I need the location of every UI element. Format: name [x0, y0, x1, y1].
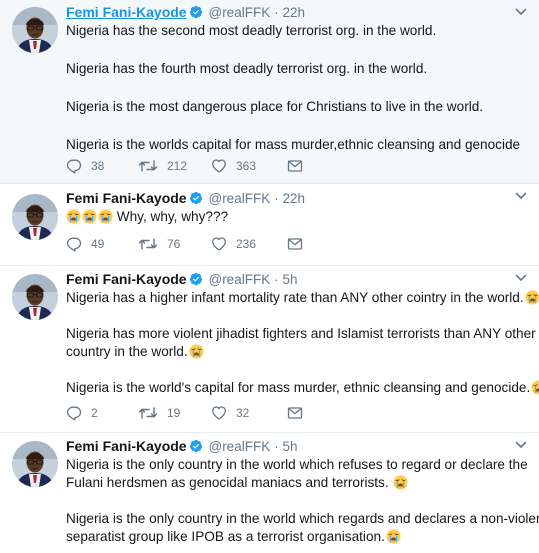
tweet-text: Nigeria has a higher infant mortality ra…	[66, 289, 523, 397]
separator-dot: ·	[274, 272, 279, 287]
retweet-icon	[138, 158, 158, 174]
author-name[interactable]: Femi Fani-Kayode	[66, 271, 187, 287]
tweet-header: Femi Fani-Kayode @realFFK · 5h	[66, 270, 523, 289]
message-button[interactable]	[287, 405, 303, 421]
author-handle[interactable]: @realFFK	[208, 191, 270, 206]
tweet[interactable]: Femi Fani-Kayode @realFFK · 5h Nigeria h…	[0, 266, 539, 433]
crying-face-emoji	[386, 529, 401, 544]
tweet-text: Why, why, why???	[66, 208, 523, 226]
timestamp[interactable]: 22h	[282, 191, 305, 206]
avatar[interactable]	[12, 7, 58, 53]
like-count: 363	[236, 159, 257, 173]
verified-icon	[189, 191, 203, 205]
tweet-line: Why, why, why???	[116, 209, 229, 224]
tweet-line: Nigeria has a higher infant mortality ra…	[66, 290, 524, 305]
tweet[interactable]: Femi Fani-Kayode @realFFK · 22h Nigeria …	[0, 0, 539, 184]
retweet-count: 19	[167, 406, 181, 420]
reply-icon	[66, 236, 82, 252]
author-name[interactable]: Femi Fani-Kayode	[66, 190, 187, 206]
reply-button[interactable]: 38	[66, 158, 138, 174]
tweet-line: Nigeria is the world's capital for mass …	[66, 380, 531, 395]
message-icon	[287, 405, 303, 421]
crying-face-emoji	[393, 475, 408, 490]
separator-dot: ·	[274, 439, 279, 454]
verified-icon	[189, 5, 203, 19]
like-button[interactable]: 363	[211, 158, 287, 174]
reply-icon	[66, 405, 82, 421]
tweet-line: Nigeria is the only country in the world…	[66, 511, 539, 526]
like-button[interactable]: 32	[211, 405, 287, 421]
like-icon	[211, 158, 227, 174]
tweet-line: Nigeria has the fourth most deadly terro…	[66, 61, 428, 76]
tweet-header: Femi Fani-Kayode @realFFK · 22h	[66, 189, 523, 208]
author-handle[interactable]: @realFFK	[208, 5, 270, 20]
retweet-button[interactable]: 76	[138, 236, 211, 252]
tweet-header: Femi Fani-Kayode @realFFK · 22h	[66, 3, 523, 22]
avatar[interactable]	[12, 441, 58, 487]
avatar[interactable]	[12, 194, 58, 240]
like-icon	[211, 236, 227, 252]
tweet[interactable]: Femi Fani-Kayode @realFFK · 22h Why, why…	[0, 184, 539, 266]
crying-face-emoji	[525, 290, 539, 305]
reply-icon	[66, 158, 82, 174]
tweet-line: Nigeria is the most dangerous place for …	[66, 99, 484, 114]
timestamp[interactable]: 22h	[282, 5, 305, 20]
tweet-actions: 2 19 32	[66, 404, 303, 422]
tweet-line: Fulani herdsmen as genocidal maniacs and…	[66, 475, 389, 490]
separator-dot: ·	[274, 5, 279, 20]
reply-count: 2	[91, 406, 98, 420]
separator-dot: ·	[274, 191, 279, 206]
retweet-button[interactable]: 19	[138, 405, 211, 421]
verified-icon	[189, 272, 203, 286]
crying-face-emoji	[189, 344, 204, 359]
message-icon	[287, 158, 303, 174]
retweet-icon	[138, 236, 158, 252]
author-handle[interactable]: @realFFK	[208, 439, 270, 454]
reply-button[interactable]: 49	[66, 236, 138, 252]
author-handle[interactable]: @realFFK	[208, 272, 270, 287]
tweet-line: Nigeria has the second most deadly terro…	[66, 23, 437, 38]
like-count: 32	[236, 406, 250, 420]
tweet[interactable]: Femi Fani-Kayode @realFFK · 5h Nigeria i…	[0, 433, 539, 553]
timestamp[interactable]: 5h	[282, 272, 297, 287]
message-button[interactable]	[287, 236, 303, 252]
reply-count: 49	[91, 237, 105, 251]
retweet-button[interactable]: 212	[138, 158, 211, 174]
tweet-line: Nigeria is the worlds capital for mass m…	[66, 137, 521, 152]
tweet-line: country in the world.	[66, 344, 188, 359]
crying-face-emoji	[531, 380, 539, 395]
reply-button[interactable]: 2	[66, 405, 138, 421]
retweet-icon	[138, 405, 158, 421]
reply-count: 38	[91, 159, 105, 173]
tweet-line: Nigeria is the only country in the world…	[66, 457, 528, 472]
author-name[interactable]: Femi Fani-Kayode	[66, 438, 187, 454]
tweet-actions: 38 212 363	[66, 157, 303, 175]
retweet-count: 76	[167, 237, 181, 251]
crying-face-emoji	[66, 209, 81, 224]
message-button[interactable]	[287, 158, 303, 174]
like-count: 236	[236, 237, 257, 251]
timestamp[interactable]: 5h	[282, 439, 297, 454]
tweet-line: separatist group like IPOB as a terroris…	[66, 529, 385, 544]
tweet-header: Femi Fani-Kayode @realFFK · 5h	[66, 437, 523, 456]
author-name[interactable]: Femi Fani-Kayode	[66, 4, 187, 20]
tweet-text: Nigeria is the only country in the world…	[66, 456, 539, 546]
verified-icon	[189, 439, 203, 453]
avatar[interactable]	[12, 274, 58, 320]
retweet-count: 212	[167, 159, 188, 173]
like-icon	[211, 405, 227, 421]
tweet-actions: 49 76 236	[66, 235, 303, 253]
tweet-line: Nigeria has more violent jihadist fighte…	[66, 326, 536, 341]
crying-face-emoji	[98, 209, 113, 224]
crying-face-emoji	[82, 209, 97, 224]
message-icon	[287, 236, 303, 252]
tweet-text: Nigeria has the second most deadly terro…	[66, 22, 523, 154]
like-button[interactable]: 236	[211, 236, 287, 252]
